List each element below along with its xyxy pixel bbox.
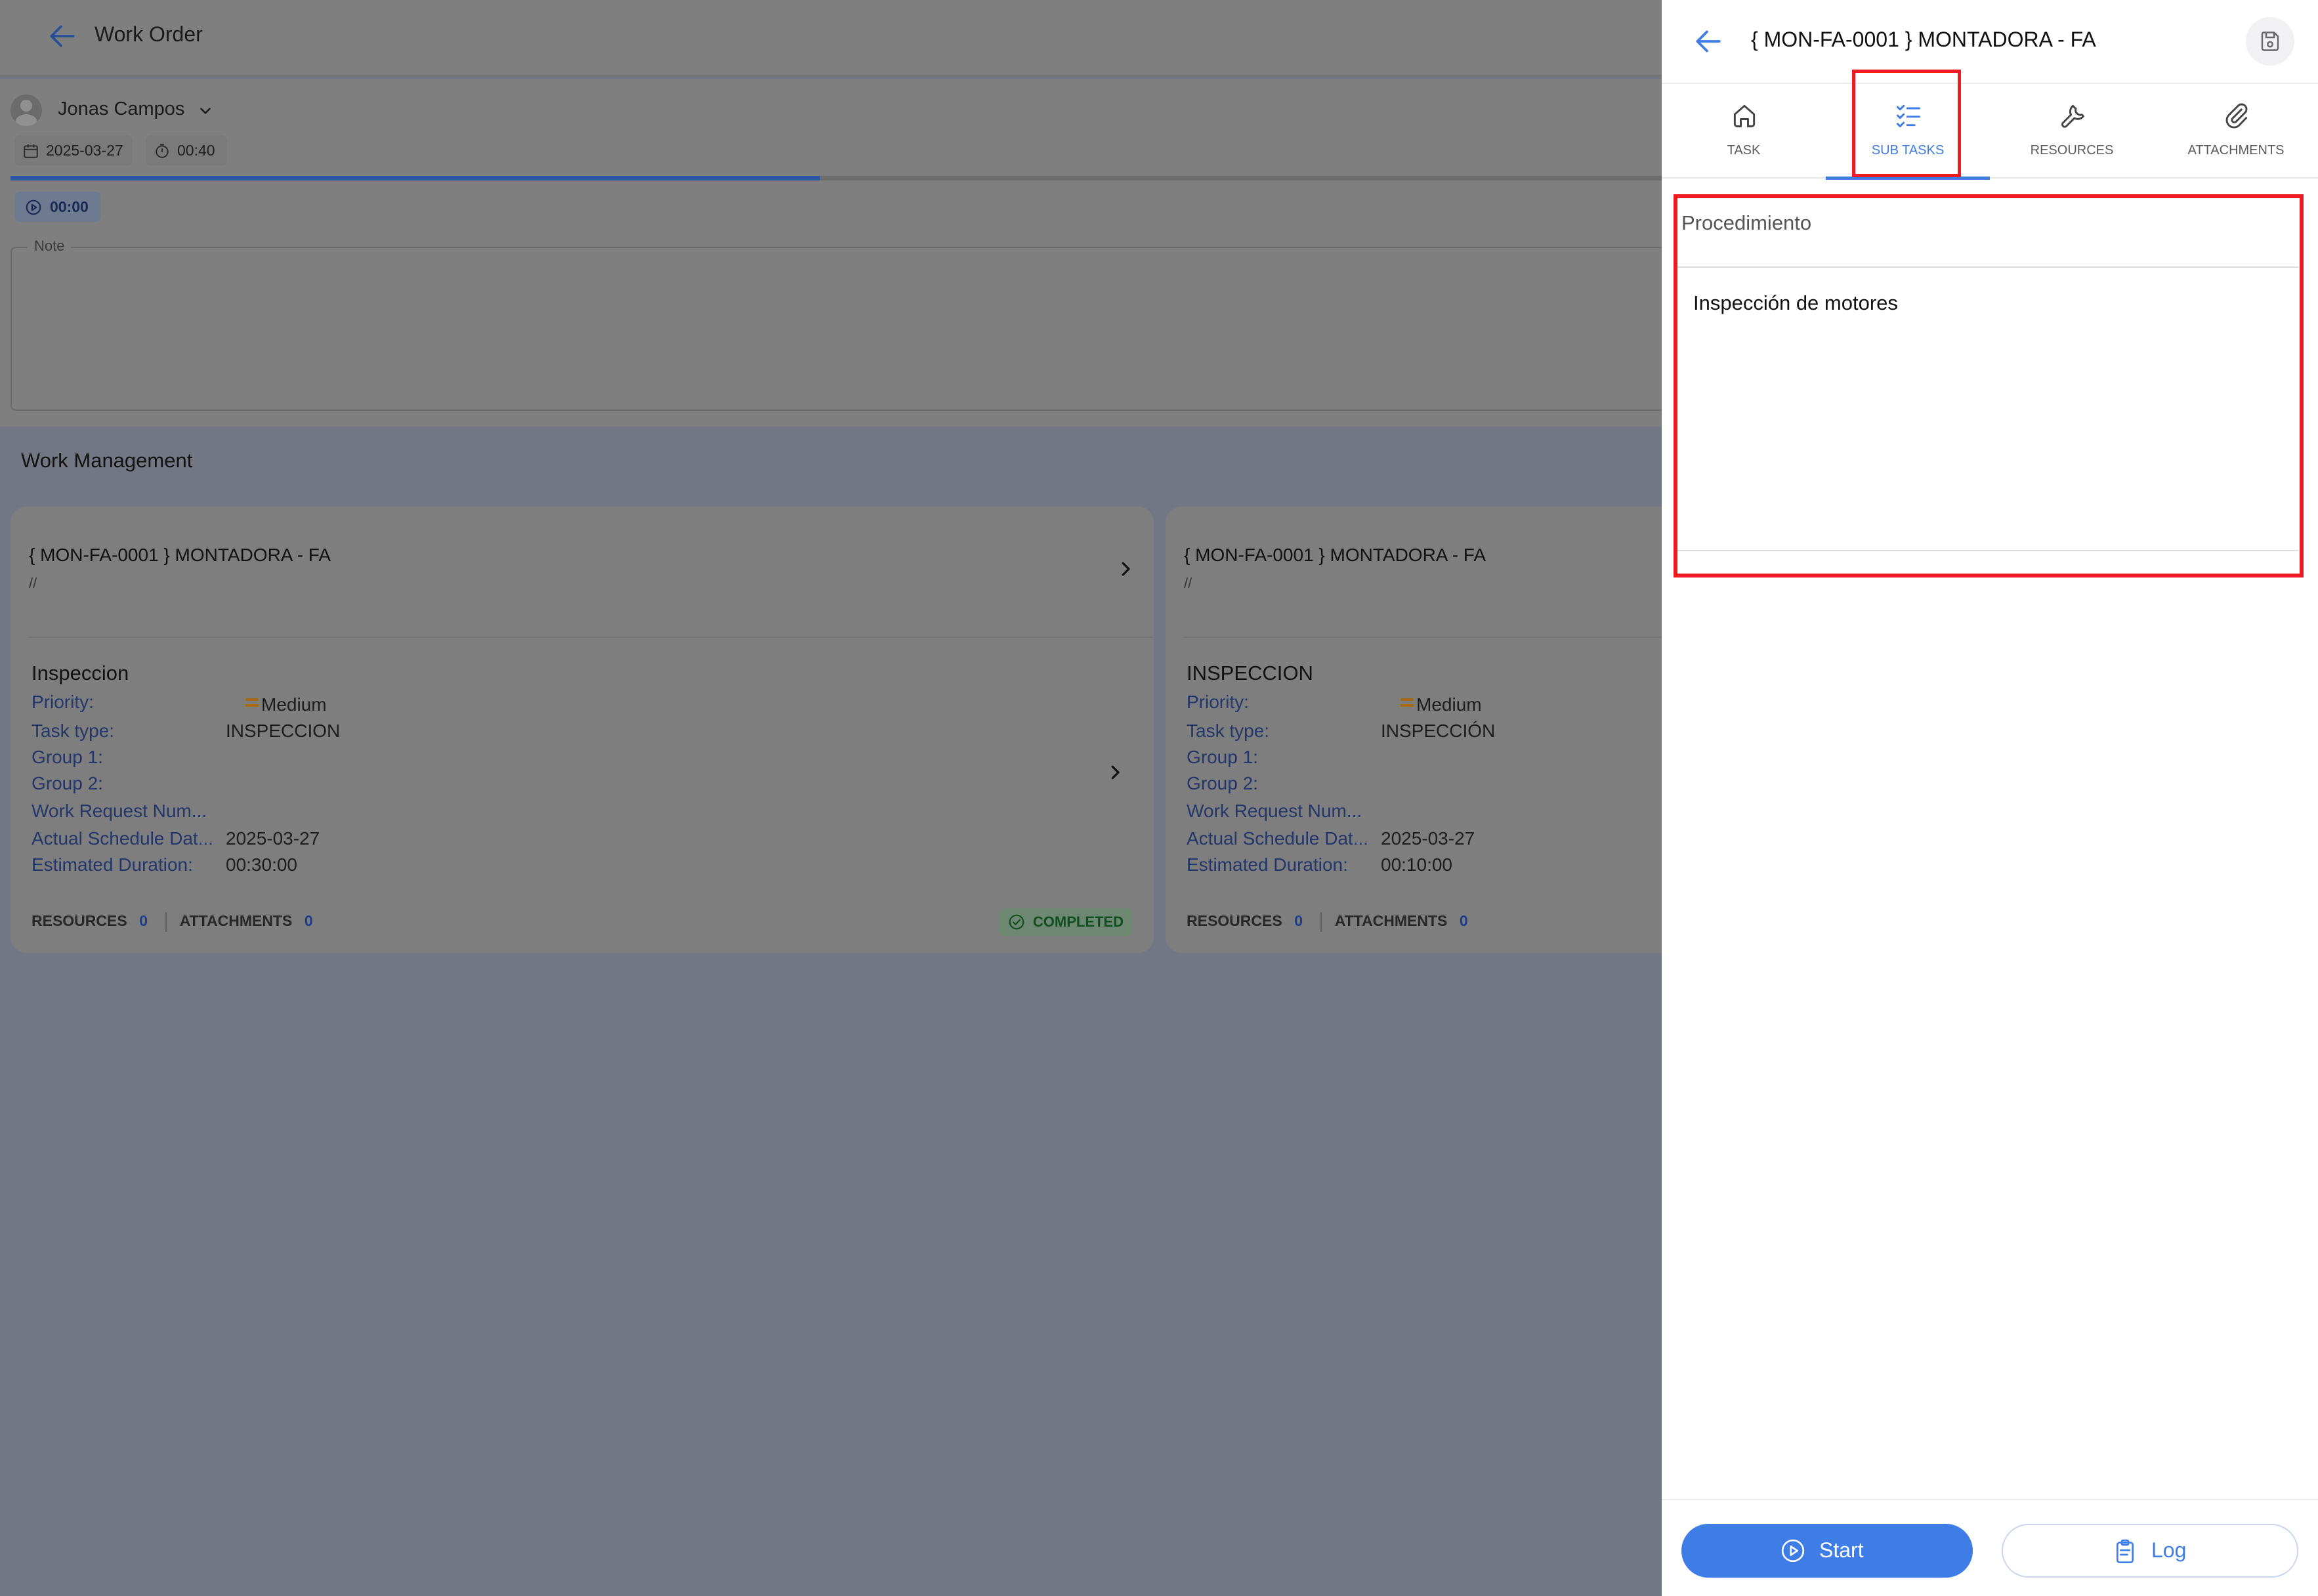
card-footer: RESOURCES 0 ATTACHMENTS 0 — [32, 912, 330, 932]
chevron-right-icon[interactable] — [1105, 763, 1125, 782]
chevron-right-icon[interactable] — [1116, 559, 1135, 579]
app-bar: Work Order — [0, 0, 1662, 77]
schedule-label: Actual Schedule Dat... — [1187, 828, 1369, 849]
work-order-header: Jonas Campos 2025-03-27 00:40 00:00 Note — [0, 79, 1662, 427]
estimated-duration-value: 00:30:00 — [226, 854, 297, 875]
resources-count: 0 — [1294, 912, 1303, 930]
resources-label: RESOURCES — [32, 912, 127, 930]
tab-task[interactable]: TASK — [1662, 85, 1826, 178]
stopwatch-icon — [156, 144, 169, 158]
play-circle-icon — [1781, 1539, 1805, 1563]
priority-medium-icon — [1401, 697, 1415, 709]
attachments-label: ATTACHMENTS — [1334, 912, 1448, 930]
task-title: INSPECCION — [1187, 662, 1313, 684]
resources-label: RESOURCES — [1187, 912, 1282, 930]
attachments-count: 0 — [1459, 912, 1468, 930]
duration-value: 00:40 — [177, 142, 215, 159]
duration-chip: 00:40 — [146, 135, 227, 165]
date-value: 2025-03-27 — [46, 142, 123, 159]
save-button[interactable] — [2246, 17, 2294, 66]
tab-label: RESOURCES — [2030, 143, 2114, 158]
background-page: Work Order Jonas Campos 2025-03-27 00:40… — [0, 0, 1662, 1596]
timer-chip[interactable]: 00:00 — [14, 192, 101, 222]
duration-label: Estimated Duration: — [32, 854, 193, 875]
priority-value: Medium — [1416, 694, 1482, 715]
priority-label: Priority: — [1187, 692, 1249, 712]
divider — [165, 912, 167, 932]
card-subheader: // — [29, 575, 37, 591]
card-subheader: // — [1184, 575, 1192, 591]
card-header: { MON-FA-0001 } MONTADORA - FA — [29, 545, 331, 565]
schedule-label: Actual Schedule Dat... — [32, 828, 214, 849]
progress-bar — [11, 176, 1662, 180]
clipboard-icon — [2117, 1540, 2134, 1563]
log-button[interactable]: Log — [2002, 1524, 2298, 1578]
log-label: Log — [2151, 1538, 2187, 1562]
back-arrow-icon[interactable] — [46, 20, 79, 52]
group1-label: Group 1: — [1187, 747, 1258, 767]
home-icon — [1733, 104, 1756, 127]
duration-label: Estimated Duration: — [1187, 854, 1348, 875]
play-circle-icon — [26, 200, 41, 215]
back-arrow-icon[interactable] — [1692, 25, 1725, 58]
tab-bar: TASK SUB TASKS RESOURCES ATTACHMENTS — [1662, 85, 2318, 180]
page-title: Work Order — [95, 22, 203, 46]
tab-label: TASK — [1727, 143, 1761, 158]
save-icon — [2261, 32, 2279, 51]
priority-value: Medium — [261, 694, 327, 715]
task-title: Inspeccion — [32, 662, 129, 684]
card-footer: RESOURCES 0 ATTACHMENTS 0 — [1187, 912, 1485, 932]
work-request-label: Work Request Num... — [32, 801, 207, 821]
action-bar: Start Log — [1662, 1499, 2318, 1596]
divider — [29, 637, 1154, 638]
avatar — [11, 94, 42, 126]
progress-fill — [11, 176, 820, 180]
task-card[interactable]: { MON-FA-0001 } MONTADORA - FA // INSPEC… — [1166, 507, 1662, 953]
group2-label: Group 2: — [32, 773, 103, 793]
section-title: Work Management — [21, 449, 193, 472]
resources-count: 0 — [139, 912, 148, 930]
user-name[interactable]: Jonas Campos — [58, 98, 184, 120]
tab-attachments[interactable]: ATTACHMENTS — [2154, 85, 2318, 178]
estimated-duration-value: 00:10:00 — [1381, 854, 1452, 875]
start-button[interactable]: Start — [1681, 1524, 1973, 1578]
status-text: COMPLETED — [1032, 914, 1124, 930]
paperclip-icon — [2225, 103, 2248, 129]
card-header: { MON-FA-0001 } MONTADORA - FA — [1184, 545, 1486, 565]
priority-label: Priority: — [32, 692, 94, 712]
task-card[interactable]: { MON-FA-0001 } MONTADORA - FA // Inspec… — [11, 507, 1154, 953]
timer-value: 00:00 — [50, 198, 89, 215]
tab-resources[interactable]: RESOURCES — [1990, 85, 2154, 178]
divider — [1320, 912, 1322, 932]
task-type-value: INSPECCIÓN — [1381, 721, 1496, 741]
attachments-count: 0 — [304, 912, 313, 930]
tab-label: ATTACHMENTS — [2187, 143, 2285, 158]
note-label: Note — [28, 238, 72, 255]
date-chip: 2025-03-27 — [14, 135, 133, 165]
task-type-label: Task type: — [1187, 721, 1270, 741]
schedule-value: 2025-03-27 — [226, 828, 320, 849]
check-circle-icon — [1009, 914, 1024, 930]
status-badge: COMPLETED — [998, 908, 1133, 936]
group1-label: Group 1: — [32, 747, 103, 767]
task-type-value: INSPECCION — [226, 721, 341, 741]
priority-medium-icon — [245, 697, 260, 709]
group2-label: Group 2: — [1187, 773, 1258, 793]
divider — [1184, 637, 1662, 638]
schedule-value: 2025-03-27 — [1381, 828, 1475, 849]
wrench-icon — [2061, 104, 2084, 128]
chevron-down-icon[interactable] — [197, 102, 214, 119]
drawer-header: { MON-FA-0001 } MONTADORA - FA — [1662, 0, 2318, 84]
start-label: Start — [1819, 1538, 1864, 1562]
task-type-label: Task type: — [32, 721, 115, 741]
attachments-label: ATTACHMENTS — [179, 912, 293, 930]
highlight-box-procedure — [1674, 194, 2304, 578]
highlight-box-sub-tasks — [1852, 70, 1961, 177]
drawer-title: { MON-FA-0001 } MONTADORA - FA — [1751, 28, 2096, 51]
note-field[interactable]: Note — [11, 238, 1662, 411]
work-request-label: Work Request Num... — [1187, 801, 1362, 821]
calendar-icon — [24, 144, 38, 158]
